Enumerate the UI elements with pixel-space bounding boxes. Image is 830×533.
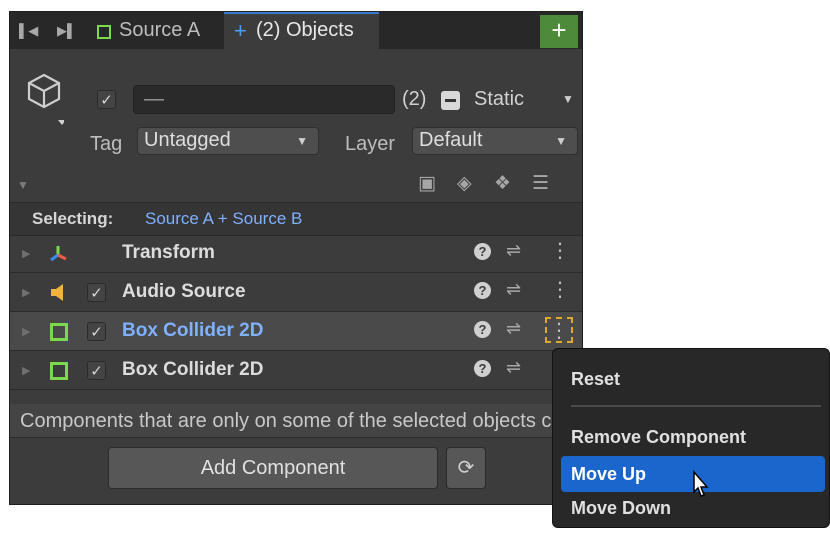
preset-icon[interactable]: ⇌ <box>506 318 521 339</box>
preset-icon[interactable]: ⇌ <box>506 240 521 261</box>
select-icon[interactable]: ▣ <box>418 172 436 195</box>
name-field[interactable]: — <box>133 85 395 114</box>
expand-icon[interactable]: ▶ <box>22 247 30 260</box>
first-icon[interactable]: ▌◀ <box>19 24 38 38</box>
enabled-checkbox[interactable]: ✓ <box>87 283 106 302</box>
component-name: Audio Source <box>122 281 246 302</box>
enabled-checkbox[interactable]: ✓ <box>87 322 106 341</box>
fold-arrow-icon[interactable]: ▼ <box>17 178 29 192</box>
chevron-down-icon: ▼ <box>555 134 567 148</box>
history-icon[interactable]: ⟳ <box>446 447 486 489</box>
pivot-icon[interactable]: ◈ <box>457 172 472 195</box>
selecting-value[interactable]: Source A + Source B <box>145 203 302 235</box>
transform-icon <box>50 246 67 262</box>
tag-label: Tag <box>90 133 123 155</box>
preset-icon[interactable]: ⇌ <box>506 279 521 300</box>
tab-objects[interactable]: + (2) Objects <box>224 12 379 49</box>
static-dropdown-icon[interactable]: ▼ <box>562 92 574 106</box>
box-collider-icon <box>48 360 68 380</box>
add-component-button[interactable]: Add Component <box>108 447 438 489</box>
add-tab-button[interactable]: + <box>540 15 578 48</box>
list-icon[interactable]: ☰ <box>532 172 549 195</box>
chevron-down-icon: ▼ <box>296 134 308 148</box>
selection-bar: Selecting: Source A + Source B <box>10 202 582 236</box>
tab-bar: ▌◀ ▶▌ Source A + (2) Objects + <box>10 12 582 49</box>
static-checkbox[interactable] <box>441 91 460 110</box>
component-row[interactable]: ▶ Transform ? ⇌ ⋮ <box>10 234 582 273</box>
preset-icon[interactable]: ⇌ <box>506 357 521 378</box>
component-name: Box Collider 2D <box>122 320 264 341</box>
menu-item-remove-component[interactable]: Remove Component <box>561 419 825 455</box>
tab-source-a[interactable]: Source A <box>94 12 218 49</box>
multi-object-icon: + <box>234 18 247 43</box>
gameobject-icon <box>97 25 111 39</box>
help-icon[interactable]: ? <box>474 360 491 377</box>
layer-dropdown[interactable]: Default ▼ <box>412 127 578 155</box>
more-icon[interactable]: ⋮ <box>550 277 570 307</box>
static-label: Static <box>474 88 525 110</box>
more-icon[interactable]: ⋮ <box>545 317 573 343</box>
tag-dropdown[interactable]: Untagged ▼ <box>137 127 319 155</box>
mouse-cursor-icon <box>693 470 709 497</box>
inspector-panel: ▌◀ ▶▌ Source A + (2) Objects + ✓ — (2) S… <box>9 11 583 505</box>
multi-edit-note: Components that are only on some of the … <box>10 404 582 438</box>
object-count: (2) <box>402 88 427 110</box>
help-icon[interactable]: ? <box>474 321 491 338</box>
expand-icon[interactable]: ▶ <box>22 325 30 338</box>
menu-item-reset[interactable]: Reset <box>561 361 825 397</box>
box-collider-icon <box>48 321 68 341</box>
gameobject-cube-icon[interactable] <box>24 72 64 126</box>
expand-icon[interactable]: ▶ <box>22 364 30 377</box>
enabled-checkbox[interactable]: ✓ <box>87 361 106 380</box>
more-icon[interactable]: ⋮ <box>550 238 570 268</box>
expand-icon[interactable]: ▶ <box>22 286 30 299</box>
next-icon[interactable]: ▶▌ <box>57 24 76 38</box>
active-checkbox[interactable]: ✓ <box>97 90 116 109</box>
component-row[interactable]: ▶ ✓ Box Collider 2D ? ⇌ <box>10 351 582 390</box>
audio-source-icon <box>51 284 63 301</box>
help-icon[interactable]: ? <box>474 243 491 260</box>
selecting-label: Selecting: <box>32 209 114 228</box>
info-icon[interactable]: ❖ <box>494 172 511 195</box>
help-icon[interactable]: ? <box>474 282 491 299</box>
component-row[interactable]: ▶ ✓ Audio Source ? ⇌ ⋮ <box>10 273 582 312</box>
component-name: Box Collider 2D <box>122 359 264 380</box>
component-row[interactable]: ▶ ✓ Box Collider 2D ? ⇌ ⋮ <box>10 312 582 351</box>
menu-separator <box>571 405 821 407</box>
layer-label: Layer <box>345 133 396 155</box>
component-name: Transform <box>122 242 215 263</box>
